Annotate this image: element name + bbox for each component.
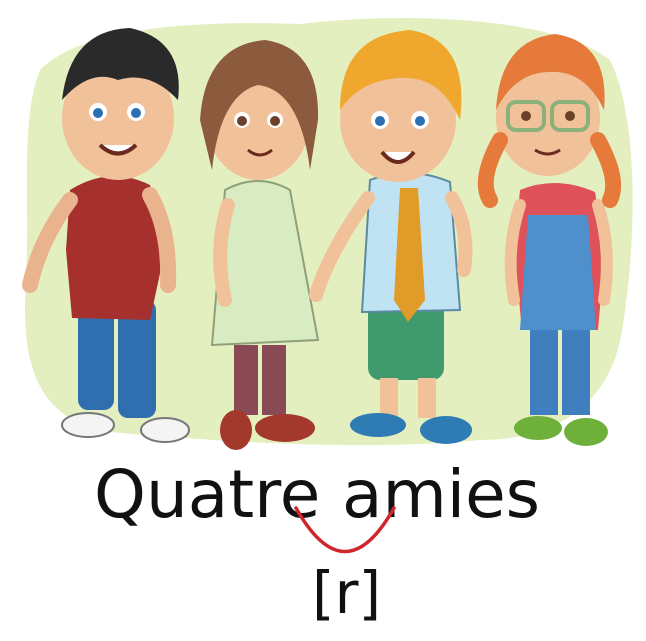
children-group-illustration bbox=[22, 18, 633, 450]
phoneme-label: [r] bbox=[312, 559, 382, 627]
page: Quatre amies [r] bbox=[0, 0, 646, 641]
caption-word-quatre: Quatre bbox=[94, 456, 321, 533]
